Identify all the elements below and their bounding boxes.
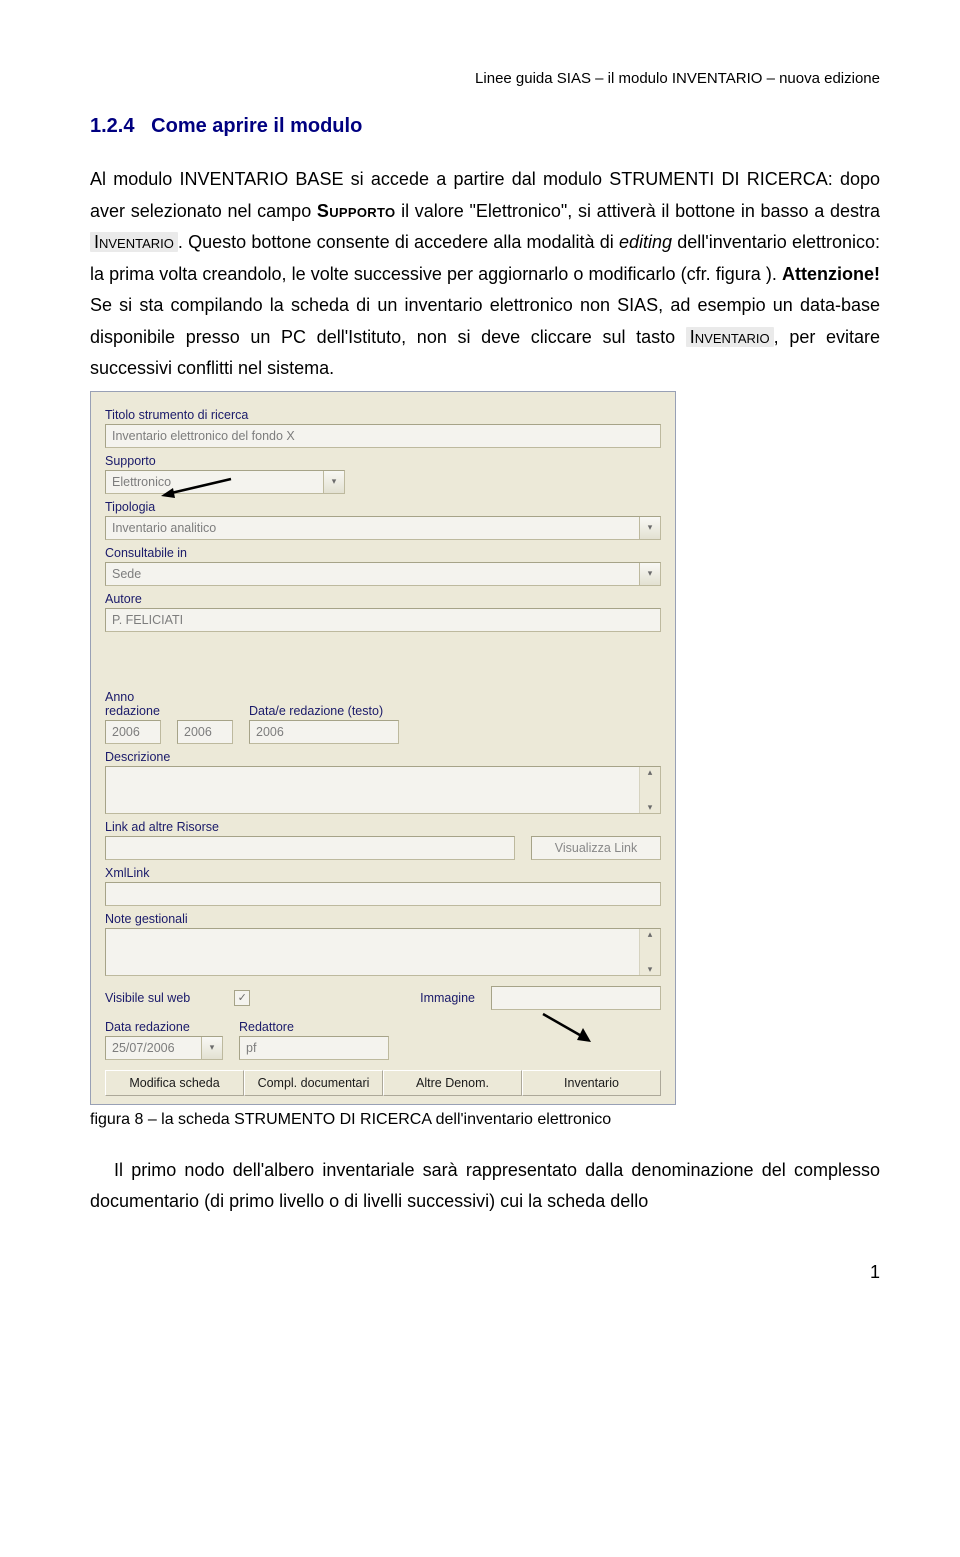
label-consultabile: Consultabile in bbox=[105, 546, 661, 560]
label-redattore: Redattore bbox=[239, 1020, 389, 1034]
input-anno2[interactable]: 2006 bbox=[177, 720, 233, 744]
figure-caption: figura 8 – la scheda STRUMENTO DI RICERC… bbox=[90, 1111, 880, 1129]
altre-denom-button[interactable]: Altre Denom. bbox=[383, 1070, 522, 1096]
value: 25/07/2006 bbox=[112, 1041, 175, 1055]
label-tipologia: Tipologia bbox=[105, 500, 661, 514]
label-autore: Autore bbox=[105, 592, 661, 606]
chevron-down-icon: ▾ bbox=[639, 517, 660, 539]
button-ref-inventario-2: Inventario bbox=[686, 327, 774, 347]
label-datared: Data redazione bbox=[105, 1020, 223, 1034]
input-redattore[interactable]: pf bbox=[239, 1036, 389, 1060]
modifica-scheda-button[interactable]: Modifica scheda bbox=[105, 1070, 244, 1096]
checkbox-visibile[interactable]: ✓ bbox=[234, 990, 250, 1006]
select-supporto[interactable]: Elettronico ▾ bbox=[105, 470, 345, 494]
section-title-text: Come aprire il modulo bbox=[151, 115, 362, 137]
input-datared[interactable]: 25/07/2006 ▾ bbox=[105, 1036, 223, 1060]
document-header: Linee guida SIAS – il modulo INVENTARIO … bbox=[90, 70, 880, 87]
value: Inventario elettronico del fondo X bbox=[112, 429, 295, 443]
field-ref-supporto: Supporto bbox=[317, 201, 395, 221]
chevron-down-icon: ▾ bbox=[323, 471, 344, 493]
scrollbar[interactable]: ▴▾ bbox=[639, 767, 660, 813]
text: . Questo bottone consente di accedere al… bbox=[178, 232, 619, 252]
value: Inventario analitico bbox=[112, 521, 216, 535]
label-xmllink: XmlLink bbox=[105, 866, 661, 880]
inventario-button[interactable]: Inventario bbox=[522, 1070, 661, 1096]
label-titolo: Titolo strumento di ricerca bbox=[105, 408, 661, 422]
chevron-down-icon: ▾ bbox=[639, 563, 660, 585]
section-number: 1.2.4 bbox=[90, 115, 134, 137]
value: 2006 bbox=[112, 725, 140, 739]
input-anno1[interactable]: 2006 bbox=[105, 720, 161, 744]
label-note: Note gestionali bbox=[105, 912, 661, 926]
label-immagine: Immagine bbox=[420, 991, 475, 1005]
paragraph-2: Il primo nodo dell'albero inventariale s… bbox=[90, 1155, 880, 1218]
page-number: 1 bbox=[90, 1262, 880, 1283]
textarea-descrizione[interactable]: ▴▾ bbox=[105, 766, 661, 814]
text: il valore "Elettronico", si attiverà il … bbox=[395, 201, 880, 221]
select-tipologia[interactable]: Inventario analitico ▾ bbox=[105, 516, 661, 540]
select-consultabile[interactable]: Sede ▾ bbox=[105, 562, 661, 586]
input-titolo[interactable]: Inventario elettronico del fondo X bbox=[105, 424, 661, 448]
paragraph-1: Al modulo INVENTARIO BASE si accede a pa… bbox=[90, 164, 880, 385]
label-anno-spacer bbox=[177, 704, 233, 718]
value: 2006 bbox=[184, 725, 212, 739]
label-supporto: Supporto bbox=[105, 454, 661, 468]
scrollbar[interactable]: ▴▾ bbox=[639, 929, 660, 975]
label-link: Link ad altre Risorse bbox=[105, 820, 661, 834]
value: Sede bbox=[112, 567, 141, 581]
input-immagine[interactable] bbox=[491, 986, 661, 1010]
button-ref-inventario: Inventario bbox=[90, 232, 178, 252]
textarea-note[interactable]: ▴▾ bbox=[105, 928, 661, 976]
input-datae[interactable]: 2006 bbox=[249, 720, 399, 744]
label-datae: Data/e redazione (testo) bbox=[249, 704, 661, 718]
label: Visualizza Link bbox=[555, 841, 637, 855]
attention-label: Attenzione! bbox=[782, 264, 880, 284]
button-bar: Modifica scheda Compl. documentari Altre… bbox=[105, 1070, 661, 1096]
value: pf bbox=[246, 1041, 256, 1055]
chevron-down-icon: ▾ bbox=[201, 1037, 222, 1059]
input-link[interactable] bbox=[105, 836, 515, 860]
compl-documentari-button[interactable]: Compl. documentari bbox=[244, 1070, 383, 1096]
input-autore[interactable]: P. FELICIATI bbox=[105, 608, 661, 632]
label-visibile: Visibile sul web bbox=[105, 991, 190, 1005]
value: 2006 bbox=[256, 725, 284, 739]
visualizza-link-button[interactable]: Visualizza Link bbox=[531, 836, 661, 860]
section-heading: 1.2.4 Come aprire il modulo bbox=[90, 115, 880, 138]
emph-editing: editing bbox=[619, 232, 672, 252]
value: Elettronico bbox=[112, 475, 171, 489]
value: P. FELICIATI bbox=[112, 613, 183, 627]
label-anno: Anno redazione bbox=[105, 690, 161, 718]
label-descrizione: Descrizione bbox=[105, 750, 661, 764]
input-xmllink[interactable] bbox=[105, 882, 661, 906]
form-screenshot: Titolo strumento di ricerca Inventario e… bbox=[90, 391, 676, 1105]
